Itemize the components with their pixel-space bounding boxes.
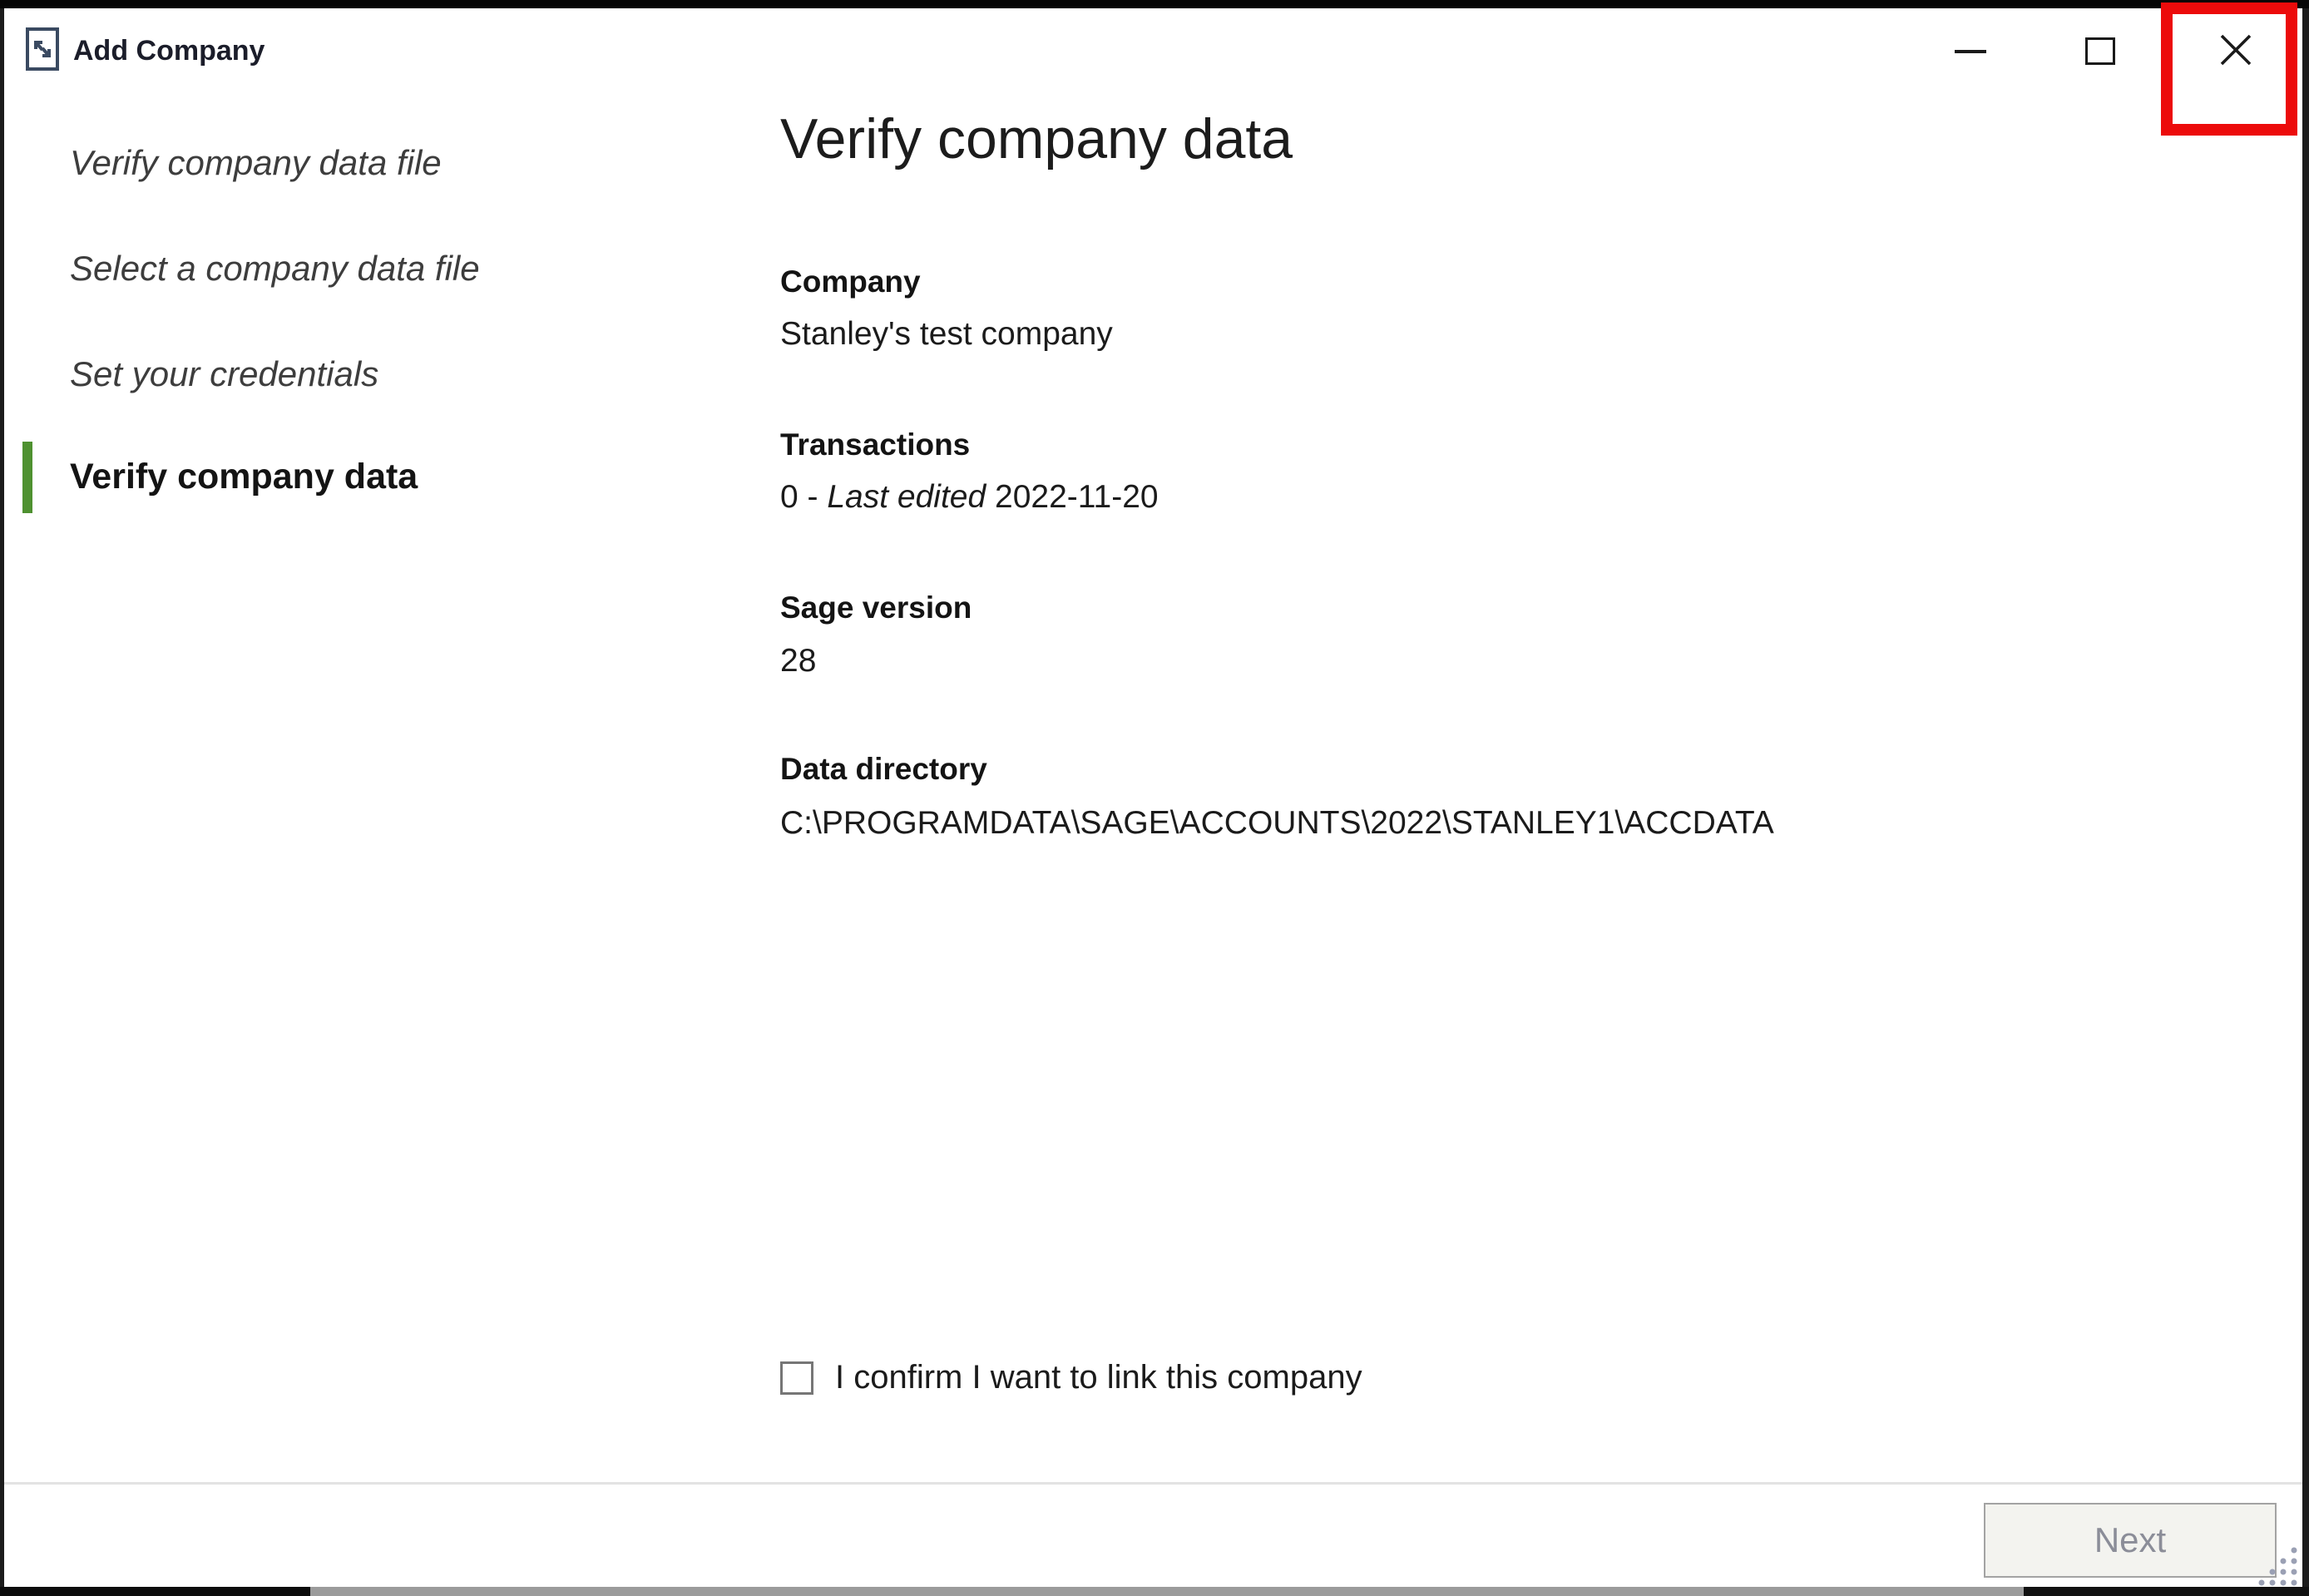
data-directory-value: C:\PROGRAMDATA\SAGE\ACCOUNTS\2022\STANLE… bbox=[780, 805, 1774, 842]
active-step-marker bbox=[22, 442, 32, 513]
confirm-checkbox-row[interactable]: I confirm I want to link this company bbox=[780, 1359, 1362, 1396]
minimize-button[interactable] bbox=[1955, 50, 1986, 53]
link-arrows-icon bbox=[25, 26, 60, 77]
resize-grip-icon bbox=[2251, 1540, 2301, 1590]
resize-grip[interactable] bbox=[2251, 1540, 2301, 1594]
window-title: Add Company bbox=[73, 35, 265, 67]
transactions-label: Transactions bbox=[780, 427, 970, 462]
window-border-top bbox=[0, 0, 2309, 8]
sage-version-label: Sage version bbox=[780, 590, 972, 625]
sidebar-step-verify-company-data-file: Verify company data file bbox=[70, 143, 442, 183]
sidebar-step-set-your-credentials: Set your credentials bbox=[70, 354, 378, 394]
data-directory-label: Data directory bbox=[780, 752, 987, 787]
confirm-checkbox-label[interactable]: I confirm I want to link this company bbox=[835, 1359, 1362, 1396]
company-label: Company bbox=[780, 264, 921, 299]
next-button[interactable]: Next bbox=[1984, 1503, 2277, 1578]
footer-divider bbox=[4, 1482, 2302, 1485]
sidebar-step-verify-company-data: Verify company data bbox=[70, 457, 418, 497]
window-border-right bbox=[2302, 8, 2309, 1587]
dialog-window: Add Company Verify company data file Sel… bbox=[0, 0, 2309, 1596]
company-value: Stanley's test company bbox=[780, 316, 1113, 353]
transactions-value: 0 - Last edited 2022-11-20 bbox=[780, 479, 1159, 516]
maximize-button[interactable] bbox=[2085, 37, 2115, 65]
sidebar-step-select-a-company-data-file: Select a company data file bbox=[70, 249, 480, 289]
window-border-bottom-left bbox=[0, 1587, 310, 1596]
page-title: Verify company data bbox=[780, 106, 1293, 171]
confirm-checkbox[interactable] bbox=[780, 1361, 813, 1395]
annotation-highlight bbox=[2161, 2, 2297, 136]
window-border-left bbox=[0, 8, 4, 1587]
sage-version-value: 28 bbox=[780, 643, 816, 679]
window-border-bottom-middle bbox=[310, 1587, 2024, 1596]
